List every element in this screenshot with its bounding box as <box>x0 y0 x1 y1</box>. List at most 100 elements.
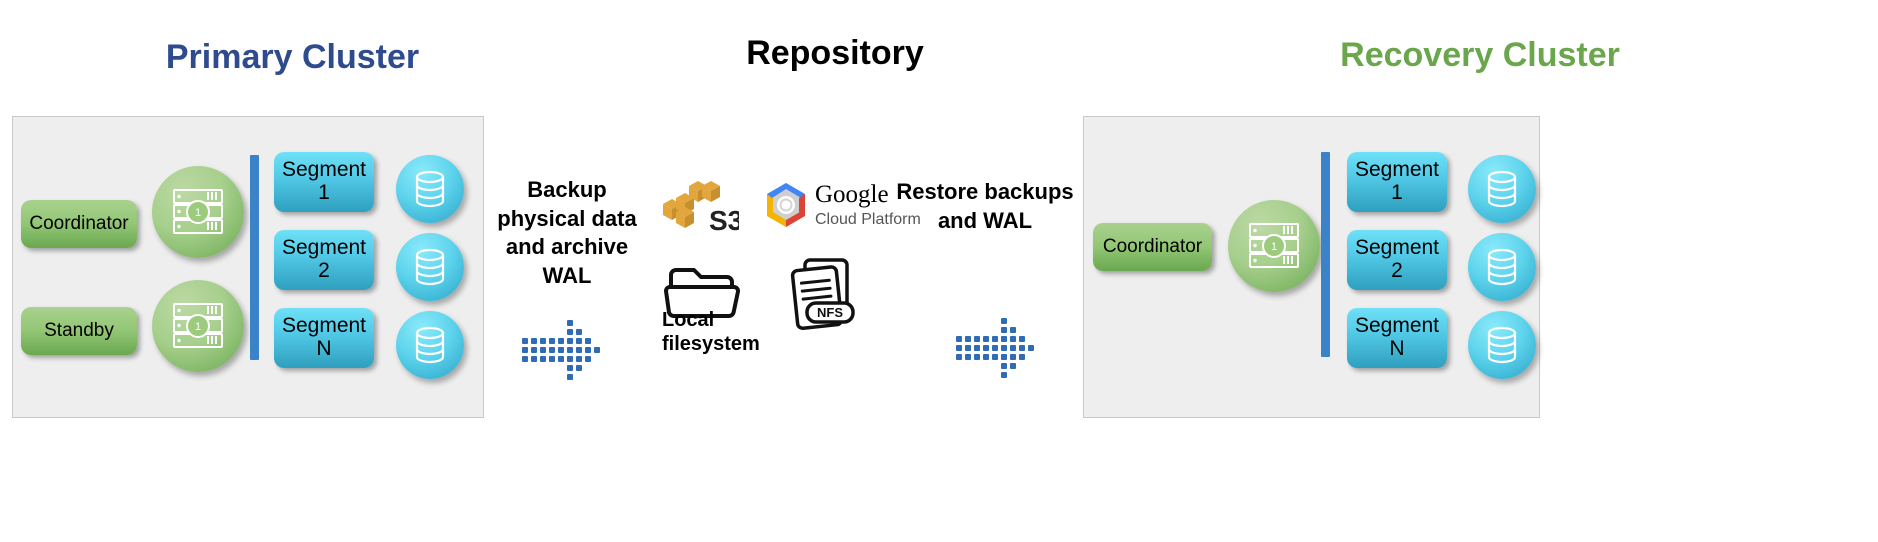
restore-caption-line-1: Restore backups <box>896 179 1074 204</box>
arrow-dot <box>1001 363 1007 369</box>
arrow-dot <box>956 336 962 342</box>
arrow-dot <box>1010 363 1016 369</box>
segment-label-index: 1 <box>318 181 330 204</box>
recovery-coordinator-server-icon: 1 <box>1228 200 1320 292</box>
nfs-badge-text: NFS <box>817 305 843 320</box>
primary-interconnect-bar <box>250 155 259 360</box>
arrow-dot <box>522 356 528 362</box>
arrow-dot <box>983 345 989 351</box>
primary-database-n-icon <box>396 311 464 379</box>
arrow-dot <box>965 336 971 342</box>
arrow-dot <box>1019 336 1025 342</box>
segment-label-line1: Segment <box>1354 158 1440 182</box>
arrow-dot <box>567 320 573 326</box>
svg-text:1: 1 <box>195 321 201 333</box>
arrow-dot <box>1010 336 1016 342</box>
segment-label-line1: Segment <box>281 236 367 260</box>
primary-segment-2[interactable]: Segment 2 <box>274 230 374 290</box>
recovery-coordinator-node[interactable]: Coordinator <box>1093 223 1212 271</box>
restore-caption-line-2: and WAL <box>937 207 1033 233</box>
arrow-dot <box>540 338 546 344</box>
arrow-dot <box>956 354 962 360</box>
arrow-dot <box>567 329 573 335</box>
arrow-dot <box>956 345 962 351</box>
google-cloud-platform-logo <box>762 180 810 232</box>
primary-database-1-icon <box>396 155 464 223</box>
arrow-dot <box>974 345 980 351</box>
primary-coordinator-server-icon: 1 <box>152 166 244 258</box>
arrow-dot <box>585 347 591 353</box>
segment-label-index: 2 <box>318 259 330 282</box>
arrow-dot <box>965 354 971 360</box>
arrow-dot <box>567 365 573 371</box>
arrow-dot <box>549 347 555 353</box>
restore-flow-arrow <box>956 318 1036 378</box>
arrow-dot <box>992 354 998 360</box>
arrow-dot <box>567 338 573 344</box>
recovery-database-1-icon <box>1468 155 1536 223</box>
segment-label-index: N <box>1389 337 1405 360</box>
arrow-dot <box>1010 345 1016 351</box>
arrow-dot <box>1001 372 1007 378</box>
svg-text:1: 1 <box>195 207 201 219</box>
arrow-dot <box>549 356 555 362</box>
aws-s3-logo: S3 <box>661 178 739 234</box>
recovery-segment-2[interactable]: Segment 2 <box>1347 230 1447 290</box>
recovery-interconnect-bar <box>1321 152 1330 357</box>
arrow-dot <box>540 347 546 353</box>
backup-caption-line-1: Backup <box>527 177 607 202</box>
arrow-dot <box>1010 327 1016 333</box>
arrow-dot <box>558 338 564 344</box>
arrow-dot <box>549 338 555 344</box>
arrow-dot <box>540 356 546 362</box>
segment-label-line1: Segment <box>1354 236 1440 260</box>
segment-label-index: N <box>316 337 332 360</box>
arrow-dot <box>1019 345 1025 351</box>
arrow-dot <box>576 347 582 353</box>
arrow-dot <box>1010 354 1016 360</box>
svg-text:1: 1 <box>1271 241 1277 253</box>
segment-label-line1: Segment <box>1354 314 1440 338</box>
arrow-dot <box>1028 345 1034 351</box>
backup-caption-line-2: physical data <box>497 205 637 231</box>
primary-database-2-icon <box>396 233 464 301</box>
arrow-dot <box>992 336 998 342</box>
arrow-dot <box>558 347 564 353</box>
arrow-dot <box>1001 318 1007 324</box>
page-title-recovery-cluster: Recovery Cluster <box>1340 36 1620 74</box>
recovery-database-n-icon <box>1468 311 1536 379</box>
backup-caption-line-3: and archive <box>505 234 629 260</box>
local-filesystem-label-line1: Local <box>662 309 715 331</box>
primary-segment-1[interactable]: Segment 1 <box>274 152 374 212</box>
primary-segment-n[interactable]: Segment N <box>274 308 374 368</box>
arrow-dot <box>594 347 600 353</box>
primary-standby-server-icon: 1 <box>152 280 244 372</box>
arrow-dot <box>1001 336 1007 342</box>
restore-flow-caption: Restore backups and WAL <box>895 178 1075 235</box>
primary-standby-node[interactable]: Standby <box>21 307 137 355</box>
arrow-dot <box>965 345 971 351</box>
recovery-segment-n[interactable]: Segment N <box>1347 308 1447 368</box>
arrow-dot <box>531 356 537 362</box>
primary-coordinator-node[interactable]: Coordinator <box>21 200 137 248</box>
arrow-dot <box>576 329 582 335</box>
recovery-segment-1[interactable]: Segment 1 <box>1347 152 1447 212</box>
arrow-dot <box>1001 327 1007 333</box>
arrow-dot <box>1019 354 1025 360</box>
backup-flow-caption: Backup physical data and archive WAL <box>494 176 640 290</box>
google-cloud-label-line1: Google <box>815 181 889 208</box>
arrow-dot <box>992 345 998 351</box>
arrow-dot <box>576 338 582 344</box>
arrow-dot <box>567 374 573 380</box>
page-title-primary-cluster: Primary Cluster <box>165 38 420 76</box>
arrow-dot <box>576 356 582 362</box>
arrow-dot <box>974 336 980 342</box>
arrow-dot <box>558 356 564 362</box>
backup-caption-line-4: WAL <box>542 262 592 288</box>
backup-flow-arrow <box>522 320 602 380</box>
recovery-database-2-icon <box>1468 233 1536 301</box>
arrow-dot <box>567 347 573 353</box>
segment-label-index: 1 <box>1391 181 1403 204</box>
arrow-dot <box>585 338 591 344</box>
arrow-dot <box>531 338 537 344</box>
